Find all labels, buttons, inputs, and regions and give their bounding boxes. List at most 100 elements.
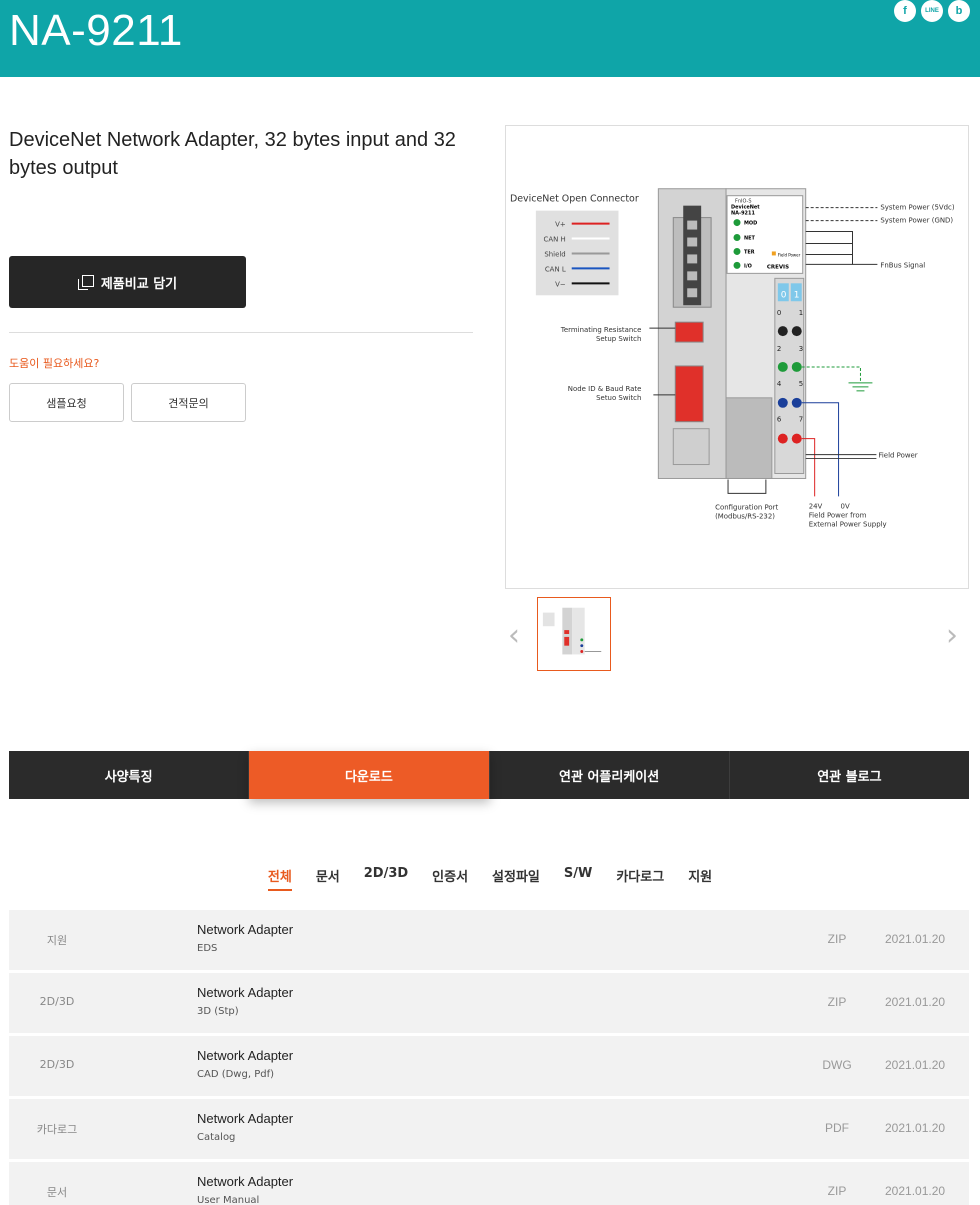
page-title: NA-9211: [9, 6, 183, 55]
thumbnail-prev-arrow-icon[interactable]: ‹: [508, 618, 520, 653]
download-category: 2D/3D: [39, 1058, 75, 1071]
download-row[interactable]: 지원 Network Adapter EDS ZIP 2021.01.20: [9, 910, 969, 970]
filter-documents[interactable]: 문서: [316, 866, 340, 891]
compare-icon: [77, 274, 94, 290]
svg-text:Field Power: Field Power: [878, 452, 917, 460]
download-date: 2021.01.20: [885, 932, 946, 946]
filter-catalog[interactable]: 카다로그: [616, 866, 664, 891]
svg-text:DeviceNet Open Connector: DeviceNet Open Connector: [510, 194, 639, 205]
download-row[interactable]: 카다로그 Network Adapter Catalog PDF 2021.01…: [9, 1099, 969, 1159]
divider: [9, 332, 473, 333]
svg-text:Configuration Port: Configuration Port: [715, 503, 778, 511]
svg-text:NET: NET: [744, 236, 756, 242]
svg-text:0: 0: [781, 290, 787, 300]
download-file-type: ZIP: [827, 995, 847, 1009]
svg-text:6: 6: [777, 416, 781, 424]
svg-text:0V: 0V: [841, 502, 850, 510]
tab-related-blog[interactable]: 연관 블로그: [730, 751, 969, 799]
svg-text:MOD: MOD: [744, 221, 757, 227]
filter-certificates[interactable]: 인증서: [432, 866, 468, 891]
svg-text:24V: 24V: [809, 502, 823, 510]
compare-button-label: 제품비교 담기: [100, 276, 178, 292]
download-list: 지원 Network Adapter EDS ZIP 2021.01.20 2D…: [9, 910, 969, 1205]
filter-support[interactable]: 지원: [688, 866, 712, 891]
svg-text:System Power (5Vdc): System Power (5Vdc): [880, 204, 955, 212]
download-title: Network Adapter: [197, 1174, 294, 1189]
download-title: Network Adapter: [197, 1048, 294, 1063]
svg-text:Terminating Resistance: Terminating Resistance: [560, 326, 642, 334]
page-header: NA-9211 f LINE b: [0, 0, 980, 77]
svg-text:CREVIS: CREVIS: [767, 264, 789, 270]
download-row[interactable]: 2D/3D Network Adapter 3D (Stp) ZIP 2021.…: [9, 973, 969, 1033]
blog-icon[interactable]: b: [948, 0, 970, 22]
svg-text:Node ID & Baud Rate: Node ID & Baud Rate: [568, 385, 642, 393]
svg-text:7: 7: [799, 416, 803, 424]
filter-2d3d[interactable]: 2D/3D: [364, 866, 408, 891]
download-title: Network Adapter: [197, 985, 294, 1000]
svg-text:I/O: I/O: [744, 263, 752, 269]
thumbnail-next-arrow-icon[interactable]: ›: [946, 618, 958, 653]
svg-text:Field Power: Field Power: [778, 252, 801, 257]
svg-text:Setup Switch: Setup Switch: [596, 335, 641, 343]
download-category: 카다로그: [36, 1123, 78, 1136]
svg-text:5: 5: [799, 380, 803, 388]
download-subtitle: CAD (Dwg, Pdf): [197, 1069, 274, 1080]
svg-text:3: 3: [799, 345, 803, 353]
tab-specifications[interactable]: 사양특징: [9, 751, 250, 799]
svg-text:Field Power from: Field Power from: [809, 511, 867, 519]
product-tabs: 사양특징 다운로드 연관 어플리케이션 연관 블로그: [9, 751, 969, 799]
thumbnail-image: [542, 607, 602, 655]
svg-text:NA-9211: NA-9211: [731, 211, 755, 217]
product-image: DeviceNet Open Connector V+ CAN H Shield…: [505, 125, 969, 589]
sample-request-button[interactable]: 샘플요청: [9, 383, 124, 422]
download-category: 2D/3D: [39, 995, 75, 1008]
filter-all[interactable]: 전체: [267, 866, 292, 891]
svg-text:1: 1: [794, 290, 800, 300]
svg-text:CAN L: CAN L: [545, 265, 566, 273]
facebook-icon[interactable]: f: [894, 0, 916, 22]
download-date: 2021.01.20: [885, 1184, 946, 1198]
svg-text:External Power Supply: External Power Supply: [809, 520, 887, 528]
download-category: 문서: [46, 1186, 68, 1199]
download-title: Network Adapter: [197, 1111, 294, 1126]
filter-software[interactable]: S/W: [564, 866, 592, 891]
svg-text:CAN H: CAN H: [543, 236, 565, 244]
tab-downloads[interactable]: 다운로드: [249, 751, 490, 799]
download-subtitle: EDS: [197, 943, 218, 954]
svg-text:FnBus Signal: FnBus Signal: [880, 261, 925, 269]
line-icon[interactable]: LINE: [921, 0, 943, 22]
add-to-compare-button[interactable]: 제품비교 담기: [9, 256, 246, 308]
download-subtitle: 3D (Stp): [197, 1006, 239, 1017]
download-file-type: ZIP: [827, 1184, 847, 1198]
download-title: Network Adapter: [197, 922, 294, 937]
product-thumbnail[interactable]: [537, 597, 611, 671]
quote-request-button[interactable]: 견적문의: [131, 383, 246, 422]
svg-text:(Modbus/RS-232): (Modbus/RS-232): [715, 512, 775, 520]
svg-text:System Power (GND): System Power (GND): [880, 217, 953, 225]
download-file-type: DWG: [822, 1058, 852, 1072]
download-subtitle: Catalog: [197, 1132, 236, 1143]
download-row[interactable]: 2D/3D Network Adapter CAD (Dwg, Pdf) DWG…: [9, 1036, 969, 1096]
download-filters: 전체 문서 2D/3D 인증서 설정파일 S/W 카다로그 지원: [0, 866, 980, 891]
svg-text:Setuo Switch: Setuo Switch: [596, 394, 641, 402]
svg-text:V+: V+: [555, 221, 566, 229]
svg-text:4: 4: [777, 380, 782, 388]
svg-text:0: 0: [777, 309, 781, 317]
download-file-type: PDF: [825, 1121, 849, 1135]
tab-related-applications[interactable]: 연관 어플리케이션: [490, 751, 730, 799]
download-row[interactable]: 문서 Network Adapter User Manual ZIP 2021.…: [9, 1162, 969, 1205]
svg-text:TER: TER: [744, 249, 755, 255]
download-subtitle: User Manual: [197, 1195, 260, 1205]
filter-config-files[interactable]: 설정파일: [492, 866, 540, 891]
download-category: 지원: [46, 934, 68, 947]
download-file-type: ZIP: [827, 932, 847, 946]
svg-text:Shield: Shield: [544, 250, 565, 258]
wiring-diagram: DeviceNet Open Connector V+ CAN H Shield…: [510, 188, 955, 528]
svg-text:1: 1: [799, 309, 803, 317]
social-links: f LINE b: [894, 0, 970, 22]
svg-text:V−: V−: [555, 280, 566, 288]
svg-text:2: 2: [777, 345, 781, 353]
product-description: DeviceNet Network Adapter, 32 bytes inpu…: [9, 129, 456, 179]
download-date: 2021.01.20: [885, 1058, 946, 1072]
download-date: 2021.01.20: [885, 995, 946, 1009]
